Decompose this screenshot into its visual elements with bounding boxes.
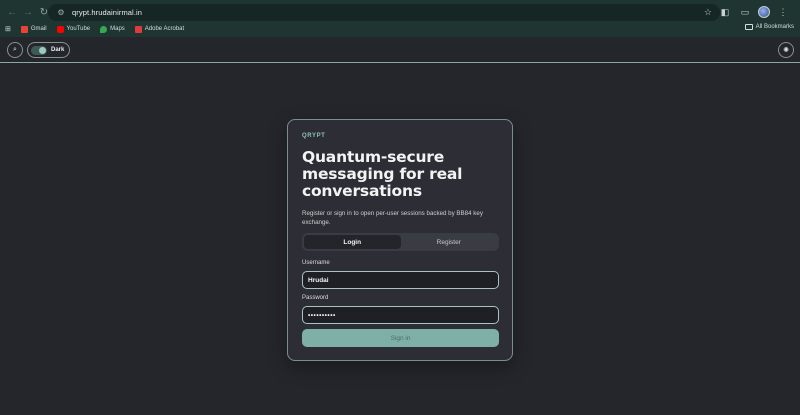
profile-avatar[interactable]: [758, 6, 770, 18]
omnibox[interactable]: ⚙ qrypt.hrudainirmal.in ☆: [48, 4, 720, 21]
password-field[interactable]: ••••••••••: [302, 306, 499, 324]
site-info-icon[interactable]: ⚙: [56, 8, 66, 18]
toggle-knob: [39, 46, 46, 54]
youtube-icon: [56, 25, 64, 33]
password-label: Password: [302, 295, 329, 301]
toolbar-right: ◧ ▭ ⋮: [718, 0, 800, 24]
settings-button[interactable]: ✺: [778, 42, 794, 58]
search-button[interactable]: ⌕: [7, 42, 23, 58]
username-label: Username: [302, 260, 330, 266]
menu-icon[interactable]: ⋮: [776, 5, 790, 19]
bookmark-gmail[interactable]: Gmail: [20, 25, 47, 33]
sun-icon: ✺: [783, 47, 789, 54]
bookmark-label: Adobe Acrobat: [144, 26, 185, 32]
bookmark-acrobat[interactable]: Adobe Acrobat: [134, 25, 185, 33]
maps-icon: [100, 25, 108, 33]
side-panel-icon[interactable]: ▭: [738, 5, 752, 19]
back-icon[interactable]: ←: [4, 4, 20, 20]
all-bookmarks-label: All Bookmarks: [755, 24, 794, 30]
bookmark-label: Maps: [110, 26, 125, 32]
tab-register[interactable]: Register: [401, 235, 498, 249]
apps-icon[interactable]: ⊞: [5, 25, 11, 33]
theme-toggle[interactable]: Dark: [27, 42, 70, 58]
brand-name: QRYPT: [302, 133, 326, 139]
forward-icon[interactable]: →: [20, 4, 36, 20]
browser-chrome: ← → ↻ ⚙ qrypt.hrudainirmal.in ☆ ◧ ▭ ⋮ ⊞ …: [0, 0, 800, 37]
bookmark-maps[interactable]: Maps: [100, 25, 125, 33]
all-bookmarks[interactable]: All Bookmarks: [744, 24, 794, 30]
bookmark-youtube[interactable]: YouTube: [56, 25, 91, 33]
page-title: Quantum-secure messaging for real conver…: [302, 148, 463, 200]
bookmark-star-icon[interactable]: ☆: [704, 7, 712, 18]
page-subtitle: Register or sign in to open per-user ses…: [302, 210, 483, 226]
auth-card: QRYPT Quantum-secure messaging for real …: [287, 119, 513, 361]
auth-tabs: Login Register: [302, 233, 499, 251]
theme-label: Dark: [51, 47, 65, 53]
url-text: qrypt.hrudainirmal.in: [72, 8, 143, 17]
app-header: ⌕ Dark ✺: [0, 37, 800, 63]
address-bar-row: ← → ↻ ⚙ qrypt.hrudainirmal.in ☆ ◧ ▭ ⋮: [0, 0, 800, 24]
folder-icon: [744, 24, 753, 30]
search-icon: ⌕: [13, 46, 17, 53]
gmail-icon: [20, 25, 28, 33]
toggle-switch[interactable]: [31, 45, 47, 55]
extensions-icon[interactable]: ◧: [718, 5, 732, 19]
bookmark-label: Gmail: [30, 26, 47, 32]
bookmark-label: YouTube: [66, 26, 91, 32]
tab-login[interactable]: Login: [304, 235, 401, 249]
bookmarks-bar: ⊞ Gmail YouTube Maps Adobe Acrobat All B…: [0, 22, 800, 36]
acrobat-icon: [134, 25, 142, 33]
sign-in-button[interactable]: Sign in: [302, 329, 499, 347]
username-field[interactable]: Hrudai: [302, 271, 499, 289]
